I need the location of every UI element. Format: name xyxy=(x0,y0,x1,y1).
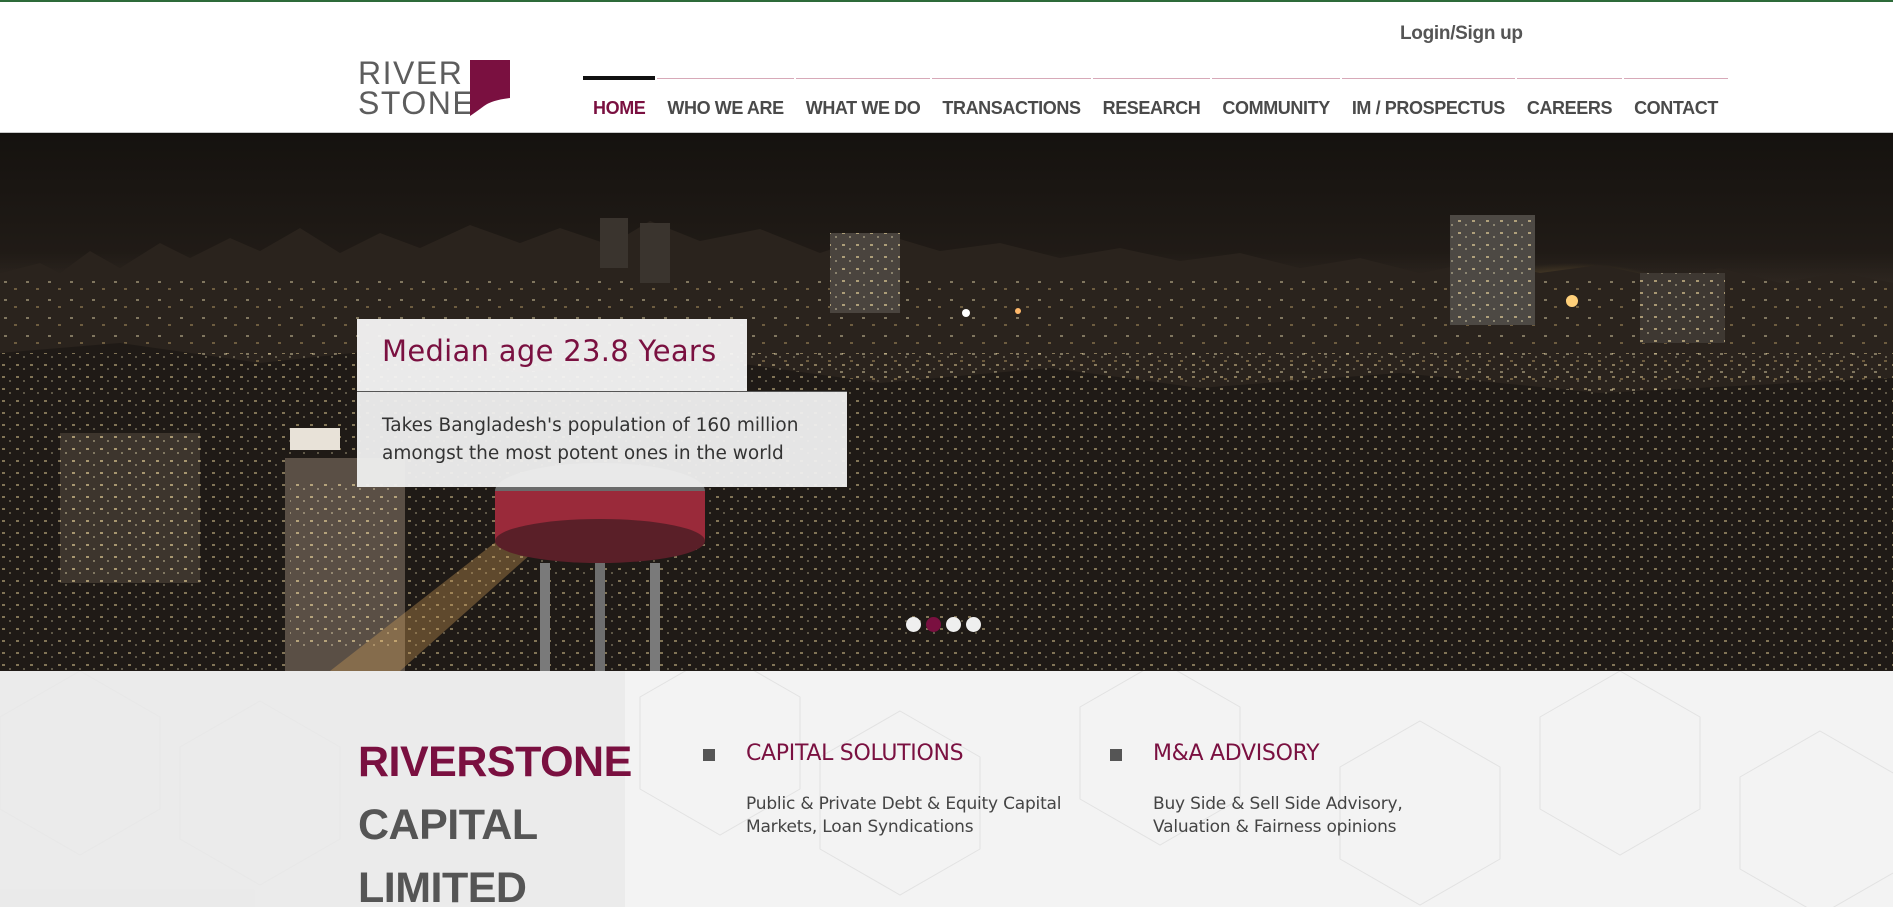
service-title[interactable]: M&A ADVISORY xyxy=(1153,741,1320,766)
nav-research[interactable]: RESEARCH xyxy=(1092,76,1212,126)
slider-dot-2[interactable] xyxy=(926,617,941,632)
service-description: Public & Private Debt & Equity Capital M… xyxy=(746,794,1062,837)
logo-line-1: RIVER xyxy=(358,55,464,91)
company-name-line-3: LIMITED xyxy=(358,864,527,907)
logo-flag-icon xyxy=(470,60,510,116)
hero-slider: Median age 23.8 Years Takes Bangladesh's… xyxy=(0,133,1893,671)
nav-im-prospectus[interactable]: IM / PROSPECTUS xyxy=(1341,76,1516,126)
company-name-heading: RIVERSTONE CAPITAL LIMITED xyxy=(358,731,632,907)
slide-caption-body: Takes Bangladesh's population of 160 mil… xyxy=(357,391,847,487)
nav-contact[interactable]: CONTACT xyxy=(1623,76,1729,126)
square-bullet-icon xyxy=(1110,749,1122,761)
login-signup-link[interactable]: Login/Sign up xyxy=(1400,23,1523,45)
service-title[interactable]: CAPITAL SOLUTIONS xyxy=(746,741,964,766)
nav-transactions[interactable]: TRANSACTIONS xyxy=(931,76,1091,126)
nav-careers[interactable]: CAREERS xyxy=(1516,76,1623,126)
nav-community[interactable]: COMMUNITY xyxy=(1211,76,1341,126)
main-nav: HOME WHO WE ARE WHAT WE DO TRANSACTIONS … xyxy=(582,76,1729,126)
site-header: Login/Sign up RIVER STONE HOME WHO WE AR… xyxy=(0,2,1893,133)
slider-dot-1[interactable] xyxy=(906,617,921,632)
nav-who-we-are[interactable]: WHO WE ARE xyxy=(656,76,795,126)
riverstone-logo[interactable]: RIVER STONE xyxy=(358,55,513,121)
company-name-line-2: CAPITAL xyxy=(358,801,538,849)
company-name-line-1: RIVERSTONE xyxy=(358,738,632,786)
square-bullet-icon xyxy=(703,749,715,761)
service-description: Buy Side & Sell Side Advisory, Valuation… xyxy=(1153,794,1403,837)
slider-dot-4[interactable] xyxy=(966,617,981,632)
services-section: RIVERSTONE CAPITAL LIMITED CAPITAL SOLUT… xyxy=(0,671,1893,907)
nav-what-we-do[interactable]: WHAT WE DO xyxy=(795,76,932,126)
slide-caption-title: Median age 23.8 Years xyxy=(357,319,747,391)
logo-line-2: STONE xyxy=(358,85,476,121)
nav-home[interactable]: HOME xyxy=(582,76,656,126)
logo-wordmark: RIVER STONE xyxy=(358,55,476,121)
slider-dot-3[interactable] xyxy=(946,617,961,632)
night-city-skyline-image xyxy=(0,215,1893,671)
slider-pagination xyxy=(906,617,981,632)
